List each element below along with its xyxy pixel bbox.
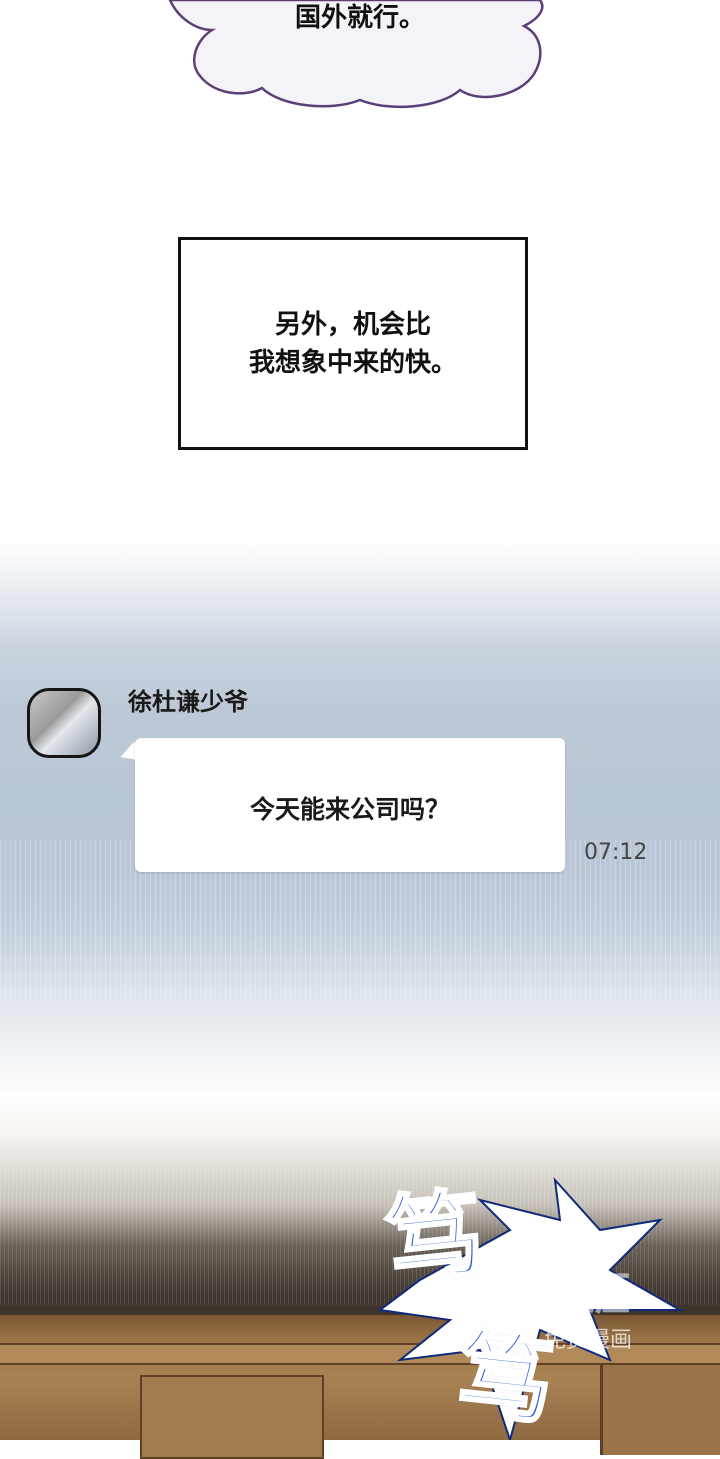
message-bubble: 今天能来公司吗？ <box>135 738 565 872</box>
narration-line-2: 我想象中来的快。 <box>248 347 457 378</box>
avatar <box>27 688 101 758</box>
message-text: 今天能来公司吗？ <box>249 795 450 824</box>
thought-bubble: 国外就行。 <box>0 0 720 120</box>
sfx-char: 笃 <box>380 1176 490 1300</box>
message-time: 07:12 <box>584 840 648 865</box>
thought-text: 国外就行。 <box>294 3 425 33</box>
narration-box: 另外，机会比 我想象中来的快。 <box>178 237 528 450</box>
desk-panel <box>140 1375 324 1459</box>
watermark-logo: 画涯 <box>540 1269 632 1320</box>
watermark-text: 免费漫画 <box>544 1328 633 1353</box>
chat-panel: 徐杜谦少爷 今天能来公司吗？ 07:12 <box>0 540 720 1100</box>
narration-line-1: 另外，机会比 <box>274 309 431 340</box>
sender-name: 徐杜谦少爷 <box>128 688 248 716</box>
